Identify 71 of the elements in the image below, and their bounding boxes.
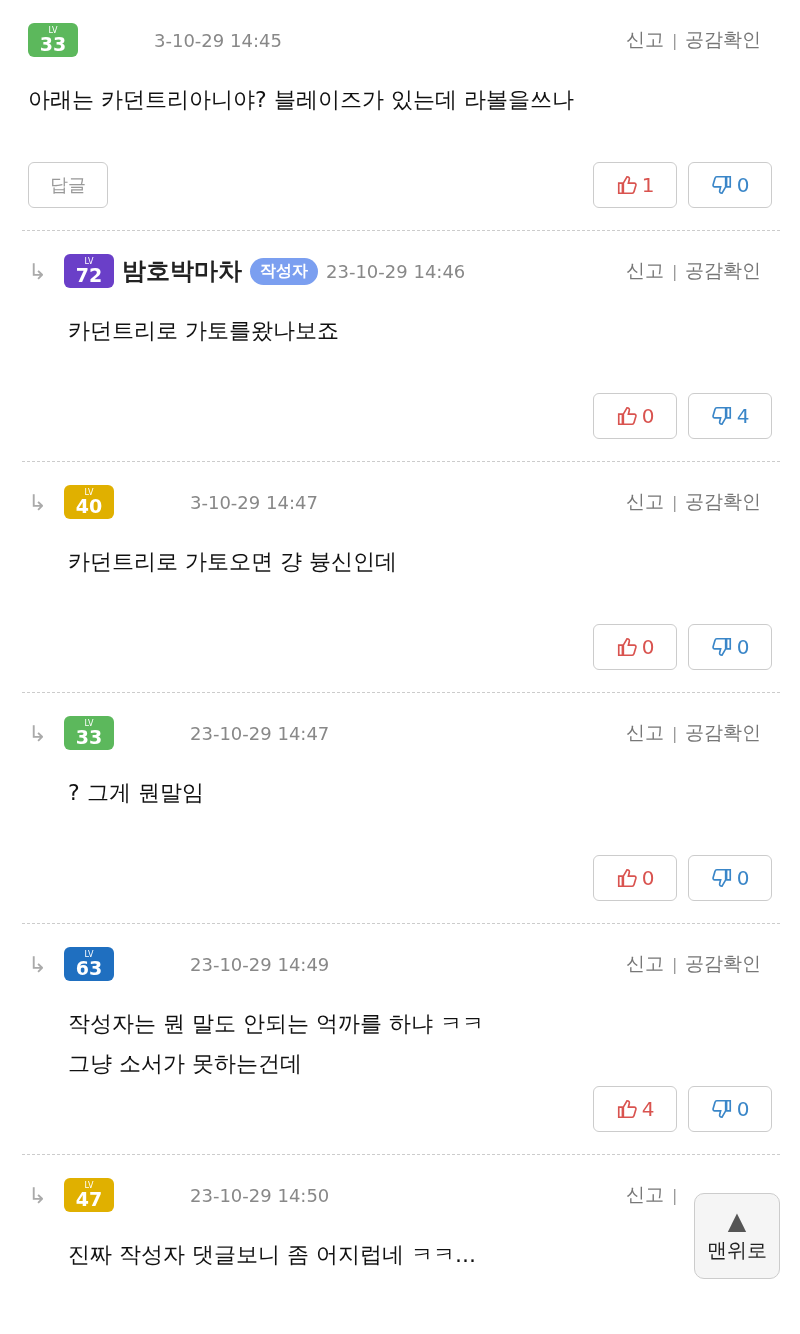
reply-arrow-icon: ↳ [28,720,56,746]
action-link[interactable]: 공감확인 [685,27,762,53]
comment-date: 23-10-29 14:49 [190,953,330,975]
separator: | [672,1185,678,1205]
dislike-button[interactable]: 0 [688,624,772,670]
separator: | [672,492,678,512]
comment-text: 카던트리로 가토오면 걍 븅신인데 [68,548,397,576]
comment-text: 진짜 작성자 댓글보니 좀 어지럽네 ㅋㅋ... [68,1241,476,1269]
action-link[interactable]: 신고 [626,1182,664,1208]
reply-arrow-icon: ↳ [28,489,56,515]
comment-text: 작성자는 뭔 말도 안되는 억까를 하냐 ㅋㅋ [68,1010,484,1038]
action-link[interactable]: 신고 [626,720,664,746]
scroll-to-top-button[interactable]: ▲ 맨위로 [694,1193,780,1279]
thumbs-up-icon [615,405,638,427]
level-label: LV [84,257,94,266]
thumbs-down-icon [710,1098,733,1120]
level-number: 63 [75,958,103,978]
thumbs-up-icon [615,1098,638,1120]
like-button[interactable]: 1 [593,162,677,208]
thumbs-up-icon [615,867,638,889]
reply-button[interactable]: 답글 [28,162,108,208]
comment-date: 23-10-29 14:46 [326,260,466,282]
thumbs-down-icon [710,174,733,196]
like-button[interactable]: 0 [593,855,677,901]
separator: | [672,30,678,50]
comment-text: 카던트리로 가토를왔나보죠 [68,317,339,345]
level-label: LV [84,950,94,959]
level-label: LV [84,488,94,497]
dislike-button[interactable]: 0 [688,1086,772,1132]
author-tag: 작성자 [250,257,318,285]
level-label: LV [84,1181,94,1190]
thumbs-down-icon [710,636,733,658]
comment-text: ? 그게 뭔말임 [68,779,204,807]
level-number: 72 [75,265,103,285]
level-label: LV [48,26,58,35]
level-number: 40 [75,496,103,516]
username: 밤호박마차 [122,256,242,287]
action-link[interactable]: 신고 [626,258,664,284]
separator: | [672,723,678,743]
like-button[interactable]: 0 [593,624,677,670]
comment-date: 23-10-29 14:47 [190,722,330,744]
action-link[interactable]: 신고 [626,27,664,53]
action-link[interactable]: 공감확인 [685,258,762,284]
comment-text: 아래는 카던트리아니야? 블레이즈가 있는데 라볼을쓰나 [28,86,574,114]
dislike-button[interactable]: 0 [688,855,772,901]
level-number: 47 [75,1189,103,1209]
like-button[interactable]: 4 [593,1086,677,1132]
comment-date: 23-10-29 14:50 [190,1184,330,1206]
reply-arrow-icon: ↳ [28,1182,56,1208]
dislike-button[interactable]: 0 [688,162,772,208]
thumbs-down-icon [710,867,733,889]
comment-date: 3-10-29 14:45 [154,29,282,51]
action-link[interactable]: 공감확인 [685,720,762,746]
separator: | [672,954,678,974]
action-link[interactable]: 공감확인 [685,489,762,515]
comment-date: 3-10-29 14:47 [190,491,318,513]
level-number: 33 [75,727,103,747]
thumbs-up-icon [615,174,638,196]
level-number: 33 [39,34,67,54]
thumbs-up-icon [615,636,638,658]
thumbs-down-icon [710,405,733,427]
comment-text: 그냥 소서가 못하는건데 [68,1050,302,1078]
separator: | [672,261,678,281]
level-label: LV [84,719,94,728]
like-button[interactable]: 0 [593,393,677,439]
dislike-button[interactable]: 4 [688,393,772,439]
action-link[interactable]: 공감확인 [685,951,762,977]
reply-arrow-icon: ↳ [28,951,56,977]
action-link[interactable]: 신고 [626,489,664,515]
reply-arrow-icon: ↳ [28,258,56,284]
action-link[interactable]: 신고 [626,951,664,977]
